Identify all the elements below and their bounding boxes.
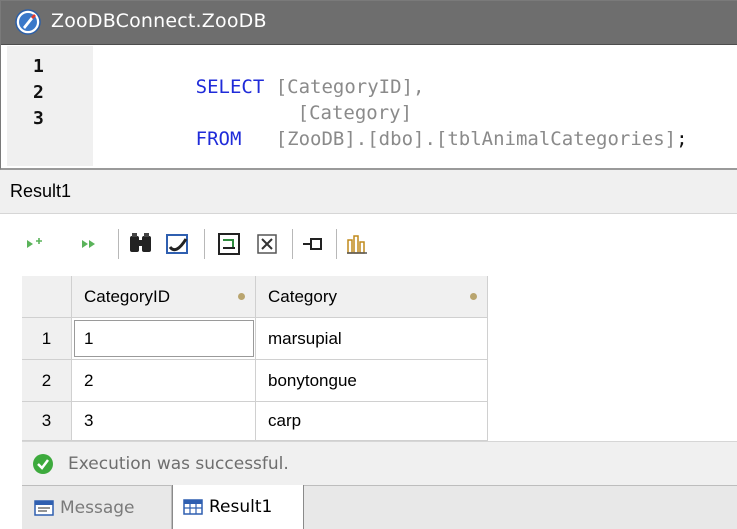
result-grid: CategoryID Category 1 1 marsupial 2 2 bo… — [22, 276, 488, 441]
sql-editor-window: ZooDBConnect.ZooDB 1 2 3 SELECT [Categor… — [0, 0, 737, 170]
status-bar: Execution was successful. — [22, 441, 737, 485]
expand-icon[interactable] — [254, 231, 280, 257]
toolbar-separator — [204, 229, 205, 259]
find-icon[interactable] — [128, 231, 154, 257]
column-header-label: CategoryID — [84, 286, 170, 306]
line-number: 2 — [33, 82, 44, 103]
message-icon — [34, 499, 54, 516]
table-row[interactable]: 2 2 bonytongue — [22, 360, 488, 402]
tab-label: Message — [60, 497, 135, 518]
row-number[interactable]: 2 — [22, 360, 72, 402]
execute-step-icon[interactable] — [22, 231, 48, 257]
export-icon[interactable] — [216, 231, 242, 257]
left-panel-rail — [0, 276, 22, 529]
cell-categoryid[interactable]: 2 — [72, 360, 256, 402]
cell-category[interactable]: marsupial — [256, 318, 488, 360]
result-header: Result1 — [0, 170, 737, 214]
sql-identifier: [ZooDB].[dbo].[tblAnimalCategories] — [275, 128, 677, 150]
tab-result1[interactable]: Result1 — [172, 485, 304, 529]
sort-indicator-icon[interactable] — [238, 293, 245, 300]
toolbar-separator — [118, 229, 119, 259]
result-label: Result1 — [10, 181, 72, 201]
code-editor[interactable]: 1 2 3 SELECT [CategoryID], [Category] FR… — [3, 46, 737, 166]
column-header-label: Category — [268, 286, 337, 306]
bottom-tab-bar: Message Result1 — [22, 485, 737, 529]
grid-header-row: CategoryID Category — [22, 276, 488, 318]
row-number[interactable]: 1 — [22, 318, 72, 360]
column-header-category[interactable]: Category — [256, 276, 488, 318]
grid-icon — [183, 499, 203, 515]
editor-title: ZooDBConnect.ZooDB — [51, 10, 267, 32]
row-number[interactable]: 3 — [22, 402, 72, 441]
sort-indicator-icon[interactable] — [470, 293, 477, 300]
grid-corner — [22, 276, 72, 318]
column-header-categoryid[interactable]: CategoryID — [72, 276, 256, 318]
toolbar-separator — [292, 229, 293, 259]
sql-semicolon: ; — [676, 128, 688, 150]
execute-all-icon[interactable] — [76, 231, 102, 257]
pin-icon[interactable] — [300, 231, 326, 257]
result-toolbar — [0, 215, 737, 273]
line-number: 3 — [33, 108, 44, 129]
tab-message[interactable]: Message — [28, 486, 172, 529]
line-number: 1 — [33, 56, 44, 77]
code-line-3[interactable]: FROM [ZooDB].[dbo].[tblAnimalCategories]… — [127, 106, 688, 172]
sql-keyword: FROM — [195, 128, 242, 150]
success-check-icon — [33, 454, 53, 474]
toolbar-separator — [336, 229, 337, 259]
cell-category[interactable]: bonytongue — [256, 360, 488, 402]
editor-title-bar: ZooDBConnect.ZooDB — [1, 1, 737, 45]
table-row[interactable]: 1 1 marsupial — [22, 318, 488, 360]
bookmark-icon[interactable] — [164, 231, 190, 257]
chart-icon[interactable] — [344, 231, 370, 257]
database-connection-icon — [15, 9, 41, 35]
tab-label: Result1 — [209, 497, 273, 517]
status-message: Execution was successful. — [68, 454, 289, 474]
cell-categoryid[interactable]: 3 — [72, 402, 256, 441]
selected-cell-outline — [74, 320, 254, 357]
table-row[interactable]: 3 3 carp — [22, 402, 488, 441]
line-number-gutter: 1 2 3 — [3, 46, 93, 166]
cell-category[interactable]: carp — [256, 402, 488, 441]
